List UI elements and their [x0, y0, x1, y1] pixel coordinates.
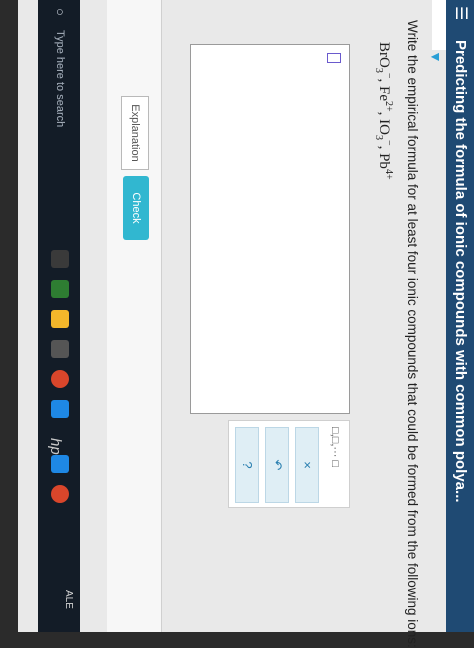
hamburger-icon[interactable]: ☰ — [451, 6, 469, 24]
input-cursor-box[interactable] — [327, 53, 341, 63]
system-tray[interactable]: ALE — [62, 590, 74, 609]
chrome-icon[interactable] — [51, 370, 69, 388]
collapse-tab — [432, 0, 446, 50]
footer-actions: Explanation Check — [107, 0, 162, 632]
taskbar-search-input[interactable]: Type here to search — [54, 30, 66, 127]
check-button[interactable]: Check — [123, 176, 149, 240]
chrome-second-icon[interactable] — [51, 485, 69, 503]
ion-list: BrO3−, Fe2+, IO3−, Pb4+ — [373, 42, 394, 180]
subscript-template-button[interactable]: □,□,··· □ — [329, 427, 341, 467]
clear-button[interactable]: × — [295, 427, 319, 503]
file-explorer-icon[interactable] — [51, 310, 69, 328]
undo-button[interactable]: ↶ — [265, 427, 289, 503]
ion-iodate: IO3− — [373, 119, 394, 146]
search-icon[interactable]: ○ — [52, 8, 68, 24]
chevron-down-icon[interactable]: ▼ — [422, 50, 444, 72]
page-title: Predicting the formula of ionic compound… — [452, 40, 469, 503]
windows-taskbar: ○ Type here to search ALE — [38, 0, 80, 632]
header-bar: ☰ Predicting the formula of ionic compou… — [446, 0, 474, 632]
hp-logo-icon: hp — [47, 438, 64, 455]
edge-icon[interactable] — [51, 400, 69, 418]
formula-tools-panel: □,□,··· □ × ↶ ? — [228, 420, 350, 508]
ion-lead: Pb4+ — [376, 153, 394, 180]
ion-iron: Fe2+ — [376, 85, 394, 112]
ion-bromate: BrO3− — [373, 42, 394, 79]
question-prompt: Write the empirical formula for at least… — [405, 20, 420, 648]
answer-input-area[interactable] — [190, 44, 350, 414]
task-view-icon[interactable] — [51, 250, 69, 268]
explanation-button[interactable]: Explanation — [121, 96, 149, 170]
store-icon[interactable] — [51, 340, 69, 358]
app-green-icon[interactable] — [51, 280, 69, 298]
help-button[interactable]: ? — [235, 427, 259, 503]
rotated-app-view: ☰ Predicting the formula of ionic compou… — [18, 0, 474, 648]
